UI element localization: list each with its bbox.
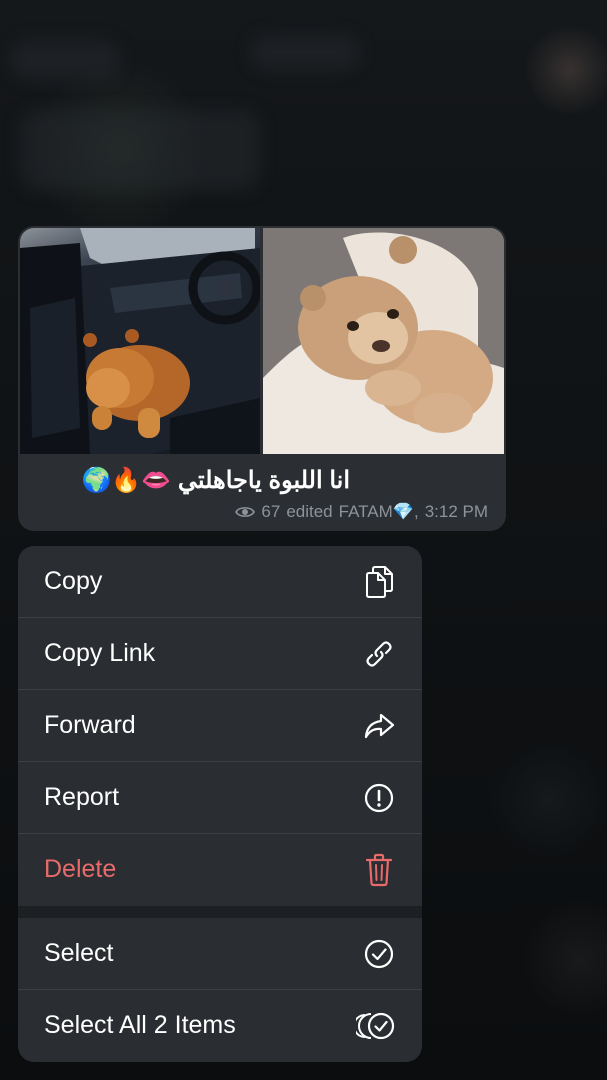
view-count: 67 bbox=[261, 502, 281, 521]
message-photo-1[interactable] bbox=[20, 228, 260, 454]
message-time: 3:12 PM bbox=[424, 502, 488, 521]
message-meta: 67 edited FATAM💎, 3:12 PM bbox=[235, 502, 488, 522]
menu-item-label: Delete bbox=[44, 855, 117, 883]
check-circle-icon bbox=[362, 937, 396, 971]
menu-item-copy[interactable]: Copy bbox=[18, 546, 422, 617]
lion-cub-car-illustration bbox=[20, 228, 260, 454]
blurred-bubble bbox=[10, 40, 120, 80]
blurred-bubble bbox=[250, 35, 360, 70]
message-photo-2[interactable] bbox=[263, 228, 504, 454]
context-menu: Copy Copy Link Forward Report Delete Sel… bbox=[18, 546, 422, 1062]
copy-icon bbox=[362, 565, 396, 599]
menu-item-label: Copy bbox=[44, 567, 103, 595]
menu-section-gap bbox=[18, 906, 422, 918]
menu-item-select[interactable]: Select bbox=[18, 918, 422, 989]
report-icon bbox=[362, 781, 396, 815]
menu-item-label: Copy Link bbox=[44, 639, 156, 667]
menu-item-report[interactable]: Report bbox=[18, 762, 422, 833]
menu-item-select-all[interactable]: Select All 2 Items bbox=[18, 990, 422, 1061]
message-bubble[interactable]: انا اللبوة ياجاهلتي 👄🔥🌍 67 edited FATAM💎… bbox=[18, 226, 506, 531]
blurred-bubble bbox=[20, 110, 260, 190]
message-caption: انا اللبوة ياجاهلتي 👄🔥🌍 bbox=[81, 467, 350, 494]
menu-item-label: Select All 2 Items bbox=[44, 1011, 236, 1039]
menu-item-label: Forward bbox=[44, 711, 136, 739]
select-all-icon bbox=[356, 1009, 396, 1043]
forward-icon bbox=[362, 709, 396, 743]
link-icon bbox=[362, 637, 396, 671]
menu-item-label: Report bbox=[44, 783, 120, 811]
menu-item-copy-link[interactable]: Copy Link bbox=[18, 618, 422, 689]
menu-item-delete[interactable]: Delete bbox=[18, 834, 422, 905]
eye-icon bbox=[235, 502, 256, 522]
lion-cub-blanket-illustration bbox=[263, 228, 504, 454]
author-signature: FATAM💎, bbox=[338, 502, 419, 521]
edited-label: edited bbox=[286, 502, 333, 521]
trash-icon bbox=[362, 853, 396, 887]
menu-item-label: Select bbox=[44, 939, 114, 967]
menu-item-forward[interactable]: Forward bbox=[18, 690, 422, 761]
